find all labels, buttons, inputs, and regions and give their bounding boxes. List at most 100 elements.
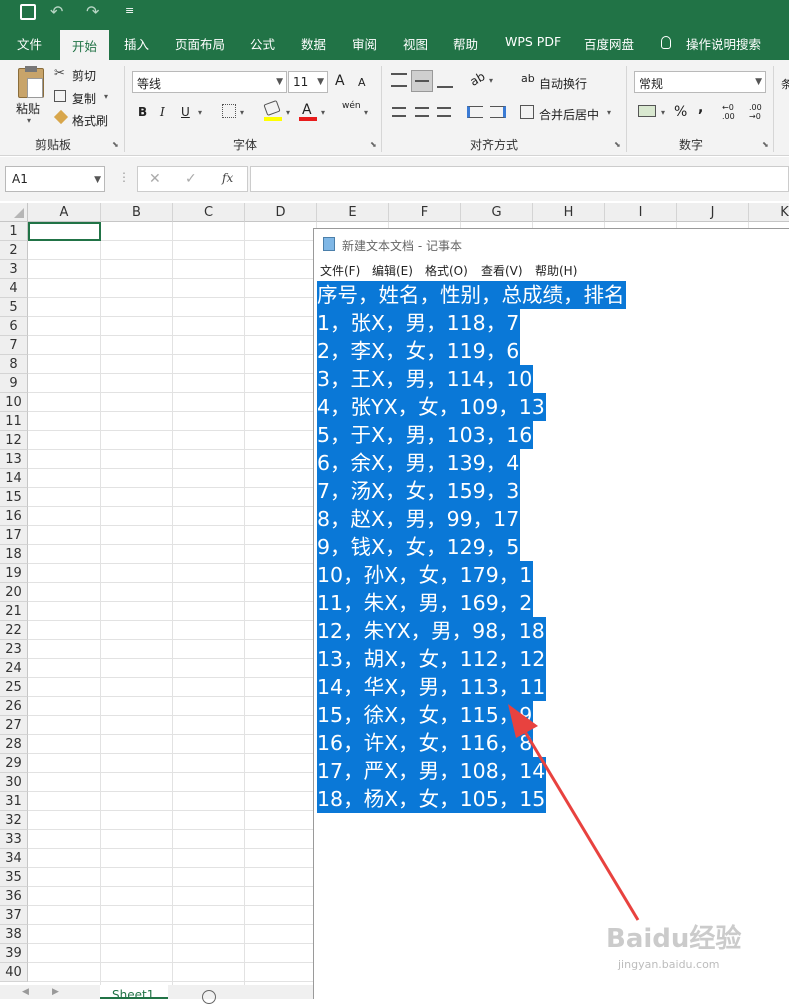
number-launcher-icon[interactable]: ⬊ bbox=[762, 140, 769, 149]
tab-home[interactable]: 开始 bbox=[60, 30, 110, 60]
number-format-select[interactable]: 常规 ▼ bbox=[634, 71, 766, 93]
column-header-f[interactable]: F bbox=[389, 203, 461, 222]
row-header-19[interactable]: 19 bbox=[0, 564, 28, 583]
tab-view[interactable]: 视图 bbox=[403, 34, 428, 53]
column-header-g[interactable]: G bbox=[461, 203, 533, 222]
save-icon[interactable] bbox=[20, 4, 36, 20]
row-header-32[interactable]: 32 bbox=[0, 811, 28, 830]
align-middle-icon[interactable] bbox=[411, 70, 433, 92]
align-center-icon[interactable] bbox=[415, 107, 429, 117]
row-header-7[interactable]: 7 bbox=[0, 336, 28, 355]
menu-edit[interactable]: 编辑(E) bbox=[372, 262, 413, 279]
copy-icon[interactable] bbox=[54, 90, 66, 102]
increase-decimal-icon[interactable]: ←0.00 bbox=[722, 103, 735, 121]
column-header-d[interactable]: D bbox=[245, 203, 317, 222]
column-header-b[interactable]: B bbox=[101, 203, 173, 222]
align-top-icon[interactable] bbox=[391, 73, 407, 87]
row-header-1[interactable]: 1 bbox=[0, 222, 28, 241]
sheet-tab-sheet1[interactable]: Sheet1 bbox=[100, 985, 168, 999]
row-header-35[interactable]: 35 bbox=[0, 868, 28, 887]
row-header-14[interactable]: 14 bbox=[0, 469, 28, 488]
row-header-21[interactable]: 21 bbox=[0, 602, 28, 621]
row-header-16[interactable]: 16 bbox=[0, 507, 28, 526]
alignment-launcher-icon[interactable]: ⬊ bbox=[614, 140, 621, 149]
row-header-37[interactable]: 37 bbox=[0, 906, 28, 925]
row-header-34[interactable]: 34 bbox=[0, 849, 28, 868]
sheet-nav-right-icon[interactable]: ▶ bbox=[52, 987, 59, 997]
row-header-4[interactable]: 4 bbox=[0, 279, 28, 298]
insert-function-icon[interactable]: fx bbox=[222, 171, 233, 185]
align-bottom-icon[interactable] bbox=[437, 74, 453, 88]
column-header-h[interactable]: H bbox=[533, 203, 605, 222]
paste-label[interactable]: 粘贴 bbox=[16, 100, 40, 117]
underline-dropdown-icon[interactable]: ▾ bbox=[198, 108, 202, 117]
add-sheet-icon[interactable] bbox=[202, 990, 216, 1004]
wrap-text-button[interactable]: 自动换行 bbox=[539, 75, 587, 92]
decrease-decimal-icon[interactable]: .00 →0 bbox=[749, 103, 762, 121]
tab-file[interactable]: 文件 bbox=[17, 34, 42, 53]
italic-button[interactable]: I bbox=[160, 105, 165, 119]
cancel-icon[interactable]: ✕ bbox=[149, 171, 161, 187]
row-header-28[interactable]: 28 bbox=[0, 735, 28, 754]
cut-icon[interactable]: ✂ bbox=[54, 66, 65, 81]
merge-dropdown-icon[interactable]: ▾ bbox=[607, 108, 611, 117]
decrease-indent-icon[interactable] bbox=[467, 106, 483, 118]
align-left-icon[interactable] bbox=[392, 107, 406, 117]
row-header-30[interactable]: 30 bbox=[0, 773, 28, 792]
row-header-24[interactable]: 24 bbox=[0, 659, 28, 678]
row-header-23[interactable]: 23 bbox=[0, 640, 28, 659]
row-header-3[interactable]: 3 bbox=[0, 260, 28, 279]
row-header-18[interactable]: 18 bbox=[0, 545, 28, 564]
row-header-25[interactable]: 25 bbox=[0, 678, 28, 697]
copy-dropdown-icon[interactable]: ▾ bbox=[104, 92, 108, 101]
column-header-j[interactable]: J bbox=[677, 203, 749, 222]
borders-icon[interactable] bbox=[222, 104, 236, 118]
row-header-8[interactable]: 8 bbox=[0, 355, 28, 374]
formula-input[interactable] bbox=[250, 166, 789, 192]
row-header-38[interactable]: 38 bbox=[0, 925, 28, 944]
tab-page-layout[interactable]: 页面布局 bbox=[175, 34, 225, 53]
row-header-20[interactable]: 20 bbox=[0, 583, 28, 602]
tab-formulas[interactable]: 公式 bbox=[250, 34, 275, 53]
sheet-nav-left-icon[interactable]: ◀ bbox=[22, 987, 29, 997]
tab-wps-pdf[interactable]: WPS PDF bbox=[505, 34, 561, 49]
comma-button[interactable]: , bbox=[698, 100, 703, 116]
column-header-a[interactable]: A bbox=[28, 203, 101, 222]
grow-font-icon[interactable]: A bbox=[335, 73, 345, 89]
font-color-icon[interactable]: A bbox=[302, 102, 312, 118]
row-header-11[interactable]: 11 bbox=[0, 412, 28, 431]
select-all-button[interactable] bbox=[0, 203, 28, 222]
conditional-format-button[interactable]: 条 bbox=[781, 76, 789, 92]
accounting-dropdown-icon[interactable]: ▾ bbox=[661, 108, 665, 117]
menu-file[interactable]: 文件(F) bbox=[320, 262, 360, 279]
row-header-9[interactable]: 9 bbox=[0, 374, 28, 393]
paste-dropdown-icon[interactable]: ▾ bbox=[27, 116, 31, 125]
row-header-33[interactable]: 33 bbox=[0, 830, 28, 849]
shrink-font-icon[interactable]: A bbox=[358, 76, 366, 89]
row-header-10[interactable]: 10 bbox=[0, 393, 28, 412]
cut-button[interactable]: 剪切 bbox=[72, 67, 96, 84]
orientation-dropdown-icon[interactable]: ▾ bbox=[489, 76, 493, 85]
row-header-36[interactable]: 36 bbox=[0, 887, 28, 906]
row-header-39[interactable]: 39 bbox=[0, 944, 28, 963]
font-launcher-icon[interactable]: ⬊ bbox=[370, 140, 377, 149]
row-header-15[interactable]: 15 bbox=[0, 488, 28, 507]
row-header-2[interactable]: 2 bbox=[0, 241, 28, 260]
column-header-e[interactable]: E bbox=[317, 203, 389, 222]
font-color-dropdown-icon[interactable]: ▾ bbox=[321, 108, 325, 117]
tab-review[interactable]: 审阅 bbox=[352, 34, 377, 53]
row-header-13[interactable]: 13 bbox=[0, 450, 28, 469]
undo-icon[interactable]: ↶ bbox=[50, 2, 63, 21]
percent-button[interactable]: % bbox=[674, 104, 687, 120]
customize-toolbar-icon[interactable]: ≡ bbox=[125, 4, 134, 17]
row-header-29[interactable]: 29 bbox=[0, 754, 28, 773]
name-box[interactable]: A1 ▼ bbox=[5, 166, 105, 192]
row-header-31[interactable]: 31 bbox=[0, 792, 28, 811]
menu-help[interactable]: 帮助(H) bbox=[535, 262, 577, 279]
menu-format[interactable]: 格式(O) bbox=[425, 262, 468, 279]
accounting-format-icon[interactable] bbox=[638, 105, 656, 117]
row-header-40[interactable]: 40 bbox=[0, 963, 28, 982]
tab-baidu-netdisk[interactable]: 百度网盘 bbox=[584, 34, 634, 53]
column-header-c[interactable]: C bbox=[173, 203, 245, 222]
tab-data[interactable]: 数据 bbox=[301, 34, 326, 53]
